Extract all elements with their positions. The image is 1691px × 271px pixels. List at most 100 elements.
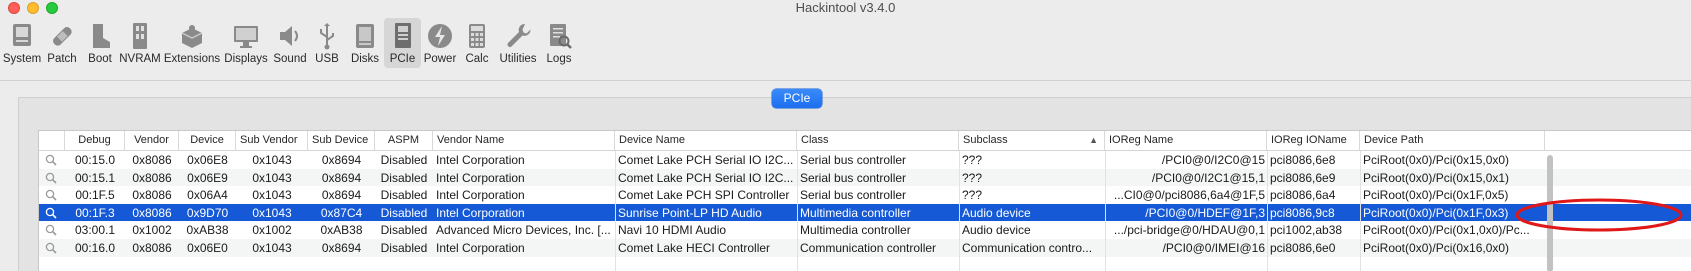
- column-header-ioreg-ioname[interactable]: IOReg IOName: [1267, 131, 1360, 150]
- cell-aspm: Disabled: [380, 153, 428, 167]
- column-header-subclass[interactable]: Subclass ▲: [959, 131, 1105, 150]
- table-row[interactable]: 03:00.1 0x1002 0xAB38 0x1002 0xAB38 Disabled A…: [39, 221, 1691, 239]
- cell-vendor-name: Intel Corporation: [436, 170, 525, 185]
- cell-subclass: ???: [962, 188, 983, 203]
- cell-sub-vendor: 0x1043: [252, 153, 292, 167]
- column-header-debug[interactable]: Debug: [65, 131, 125, 150]
- cell-aspm: Disabled: [380, 170, 428, 185]
- cell-device-name: Navi 10 HDMI Audio: [618, 223, 727, 238]
- column-header-sub-vendor[interactable]: Sub Vendor: [236, 131, 308, 150]
- cell-subclass: Communication contro...: [962, 241, 1093, 255]
- column-header-aspm[interactable]: ASPM: [375, 131, 433, 150]
- table-header: Debug Vendor Device Sub Vendor Sub Devic…: [39, 131, 1691, 151]
- toolbar-system[interactable]: System: [2, 18, 42, 68]
- toolbar-usb[interactable]: USB: [312, 18, 342, 68]
- cell-debug: 03:00.1: [74, 223, 116, 238]
- cell-vendor-name: Intel Corporation: [436, 153, 525, 167]
- pcie-segment-button[interactable]: PCIe: [772, 89, 822, 108]
- table-row[interactable]: 00:1F.3 0x8086 0x9D70 0x1043 0x87C4 Disabled I…: [39, 203, 1691, 222]
- toolbar: System Patch Boot NVRAM Extensions Displ…: [0, 16, 1691, 68]
- toolbar-displays[interactable]: Displays: [224, 18, 268, 68]
- cell-device: 0x06A4: [187, 188, 228, 203]
- toolbar-label: USB: [315, 53, 339, 65]
- column-header-icon[interactable]: [39, 131, 65, 150]
- toolbar-patch[interactable]: Patch: [44, 18, 80, 68]
- cell-sub-device: 0x8694: [321, 241, 362, 255]
- column-header-ioreg-name[interactable]: IOReg Name: [1105, 131, 1267, 150]
- toolbar-extensions[interactable]: Extensions: [164, 18, 220, 68]
- toolbar-label: PCIe: [389, 53, 416, 65]
- magnifier-icon[interactable]: [45, 154, 57, 166]
- cell-device-name: Comet Lake HECI Controller: [618, 241, 771, 255]
- toolbar-boot[interactable]: Boot: [84, 18, 116, 68]
- cell-vendor: 0x8086: [132, 188, 172, 203]
- cell-device: 0x06E9: [187, 170, 228, 185]
- cell-debug: 00:1F.5: [75, 188, 115, 203]
- cell-sub-vendor: 0x1043: [252, 170, 292, 185]
- table-row[interactable]: 00:1F.5 0x8086 0x06A4 0x1043 0x8694 Disabled I…: [39, 186, 1691, 204]
- cell-sub-device: 0x87C4: [320, 205, 363, 220]
- column-header-class[interactable]: Class: [797, 131, 959, 150]
- toolbar-sound[interactable]: Sound: [272, 18, 308, 68]
- calculator-icon: [469, 24, 485, 48]
- toolbar-label: NVRAM: [119, 53, 161, 65]
- pcie-device-table: Debug Vendor Device Sub Vendor Sub Devic…: [38, 130, 1691, 271]
- cell-ioreg-name: .../pci-bridge@0/HDAU@0,1: [1113, 223, 1265, 238]
- magnifier-icon[interactable]: [45, 224, 57, 236]
- toolbar-power[interactable]: Power: [422, 18, 458, 68]
- bandage-icon: [53, 27, 72, 46]
- usb-icon: [320, 23, 334, 50]
- cell-device-path: PciRoot(0x0)/Pci(0x1,0x0)/Pc...: [1363, 223, 1530, 238]
- table-row[interactable]: 00:15.1 0x8086 0x06E9 0x1043 0x8694 Disabled I…: [39, 168, 1691, 187]
- table-row[interactable]: 00:15.0 0x8086 0x06E8 0x1043 0x8694 Disabled I…: [39, 151, 1691, 169]
- cell-device-name: Comet Lake PCH SPI Controller: [618, 188, 790, 203]
- toolbar-logs[interactable]: Logs: [544, 18, 574, 68]
- cell-sub-vendor: 0x1002: [252, 223, 292, 238]
- cell-ioreg-name: /PCI0@0/I2C0@15: [1161, 153, 1265, 167]
- cell-class: Serial bus controller: [800, 188, 907, 203]
- column-header-vendor-name[interactable]: Vendor Name: [433, 131, 615, 150]
- cell-sub-device: 0xAB38: [320, 223, 363, 238]
- column-header-sub-device[interactable]: Sub Device: [308, 131, 375, 150]
- magnifier-icon[interactable]: [45, 172, 57, 184]
- cell-class: Multimedia controller: [800, 205, 911, 220]
- cell-class: Serial bus controller: [800, 153, 907, 167]
- magnifier-icon[interactable]: [45, 242, 57, 254]
- cell-ioreg-ioname: pci8086,6e8: [1270, 153, 1336, 167]
- toolbar-label: Calc: [465, 53, 489, 65]
- toolbar-disks[interactable]: Disks: [348, 18, 382, 68]
- cell-vendor-name: Intel Corporation: [436, 205, 525, 220]
- title-bar: Hackintool v3.4.0: [0, 0, 1691, 16]
- speaker-icon: [280, 26, 298, 46]
- pcie-icon: [394, 23, 411, 48]
- toolbar-label: Power: [423, 53, 457, 65]
- column-header-device-path[interactable]: Device Path: [1360, 131, 1545, 150]
- cell-sub-vendor: 0x1043: [252, 241, 292, 255]
- wrench-icon: [507, 23, 531, 47]
- toolbar-nvram[interactable]: NVRAM: [118, 18, 162, 68]
- magnifier-icon[interactable]: [45, 189, 57, 201]
- column-header-device[interactable]: Device: [179, 131, 236, 150]
- toolbar-utilities[interactable]: Utilities: [496, 18, 540, 68]
- vertical-scrollbar-thumb[interactable]: [1547, 155, 1553, 271]
- toolbar-pcie[interactable]: PCIe: [384, 18, 421, 68]
- cell-device: 0xAB38: [186, 223, 229, 238]
- column-header-device-name[interactable]: Device Name: [615, 131, 797, 150]
- nvram-icon: [133, 23, 147, 49]
- cell-class: Serial bus controller: [800, 170, 907, 185]
- toolbar-label: Utilities: [499, 53, 537, 65]
- cell-device-name: Comet Lake PCH Serial IO I2C...: [618, 170, 794, 185]
- cell-debug: 00:15.0: [74, 153, 116, 167]
- cell-device-path: PciRoot(0x0)/Pci(0x1F,0x5): [1363, 188, 1509, 203]
- cell-device: 0x06E8: [187, 153, 228, 167]
- logs-icon: [550, 24, 572, 49]
- toolbar-calc[interactable]: Calc: [462, 18, 492, 68]
- cell-device-path: PciRoot(0x0)/Pci(0x15,0x0): [1363, 153, 1510, 167]
- table-row[interactable]: 00:16.0 0x8086 0x06E0 0x1043 0x8694 Disabled I…: [39, 239, 1691, 257]
- cell-ioreg-ioname: pci8086,9c8: [1270, 205, 1335, 220]
- toolbar-label: Displays: [224, 53, 268, 65]
- disk-icon: [356, 24, 374, 48]
- column-header-vendor[interactable]: Vendor: [125, 131, 179, 150]
- cell-device-name: Sunrise Point-LP HD Audio: [618, 205, 762, 220]
- magnifier-icon[interactable]: [45, 207, 57, 219]
